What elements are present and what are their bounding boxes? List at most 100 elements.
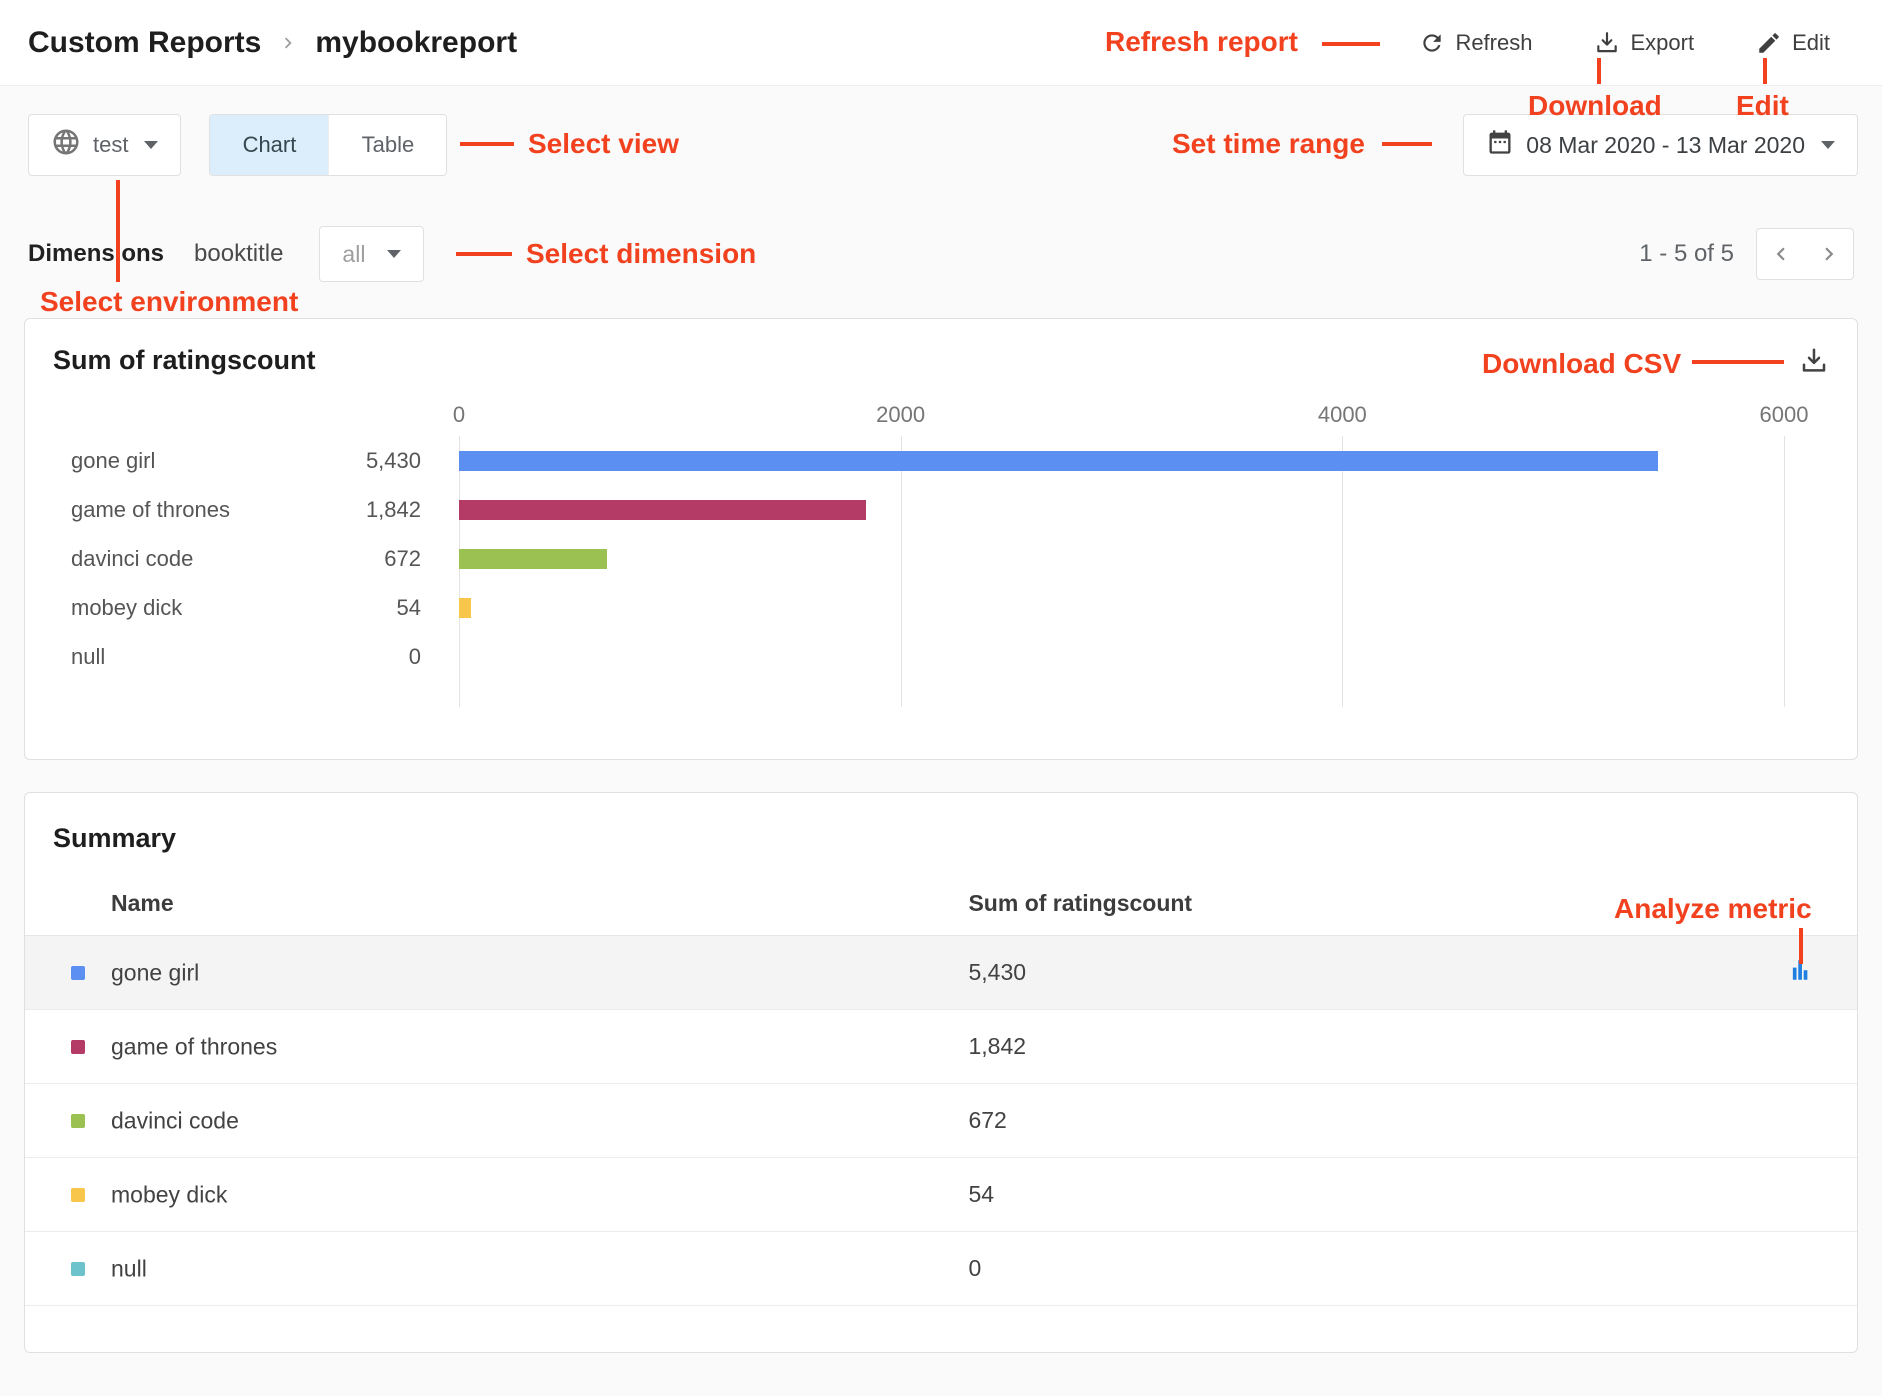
- value-label: 1,842: [366, 497, 459, 523]
- summary-title: Summary: [25, 793, 1857, 876]
- category-label: davinci code: [71, 546, 384, 572]
- annotation-select-view: Select view: [528, 128, 679, 160]
- annotation-line-refresh: [1322, 42, 1380, 46]
- x-tick: 0: [453, 402, 465, 428]
- legend-swatch: [71, 1262, 85, 1276]
- bar-mobey-dick[interactable]: [459, 598, 471, 618]
- edit-pencil-icon: [1756, 30, 1782, 56]
- row-value: 54: [968, 1158, 1737, 1232]
- tab-chart[interactable]: Chart: [210, 115, 328, 175]
- previous-page-button[interactable]: [1757, 229, 1805, 279]
- edit-label: Edit: [1792, 30, 1830, 56]
- edit-button[interactable]: Edit: [1756, 30, 1830, 56]
- x-tick: 2000: [876, 402, 925, 428]
- bar-game-of-thrones[interactable]: [459, 500, 866, 520]
- toolbar: test Chart Table 08 Mar 2020 - 13 Mar 20…: [28, 114, 1858, 176]
- chevron-right-icon: [1816, 241, 1842, 267]
- row-name: gone girl: [111, 960, 199, 986]
- dimensions-bar: Dimensions booktitle all 1 - 5 of 5: [28, 226, 1854, 282]
- value-label: 5,430: [366, 448, 459, 474]
- annotation-edit: Edit: [1736, 90, 1789, 122]
- summary-header-row: Name Sum of ratingscount: [25, 876, 1857, 936]
- next-page-button[interactable]: [1805, 229, 1853, 279]
- annotation-line-analyze-metric: [1799, 928, 1803, 964]
- dimension-name: booktitle: [194, 240, 283, 268]
- row-value: 0: [968, 1232, 1737, 1306]
- annotation-refresh-report: Refresh report: [1105, 26, 1298, 58]
- annotation-select-dimension: Select dimension: [526, 238, 756, 270]
- annotation-line-set-time-range: [1382, 142, 1432, 146]
- date-range-label: 08 Mar 2020 - 13 Mar 2020: [1526, 132, 1805, 159]
- breadcrumb-chevron-icon: [277, 32, 299, 54]
- environment-selector[interactable]: test: [28, 114, 181, 176]
- summary-card: Summary Name Sum of ratingscount gone gi…: [24, 792, 1858, 1353]
- annotation-download: Download: [1528, 90, 1662, 122]
- breadcrumb-current: mybookreport: [315, 26, 517, 60]
- bar-davinci-code[interactable]: [459, 549, 607, 569]
- value-label: 0: [409, 644, 459, 670]
- chevron-down-icon: [144, 141, 158, 149]
- annotation-analyze-metric: Analyze metric: [1614, 893, 1812, 925]
- annotation-select-environment: Select environment: [40, 286, 298, 318]
- category-label: mobey dick: [71, 595, 397, 621]
- chevron-down-icon: [1821, 141, 1835, 149]
- breadcrumb-root[interactable]: Custom Reports: [28, 26, 261, 60]
- dimensions-label: Dimensions: [28, 240, 164, 268]
- legend-swatch: [71, 966, 85, 980]
- value-label: 672: [384, 546, 459, 572]
- chart-label-row: davinci code 672: [53, 534, 459, 583]
- export-download-icon: [1594, 30, 1620, 56]
- table-row[interactable]: gone girl 5,430: [25, 936, 1857, 1010]
- refresh-label: Refresh: [1455, 30, 1532, 56]
- x-tick: 4000: [1318, 402, 1367, 428]
- annotation-line-select-view: [460, 142, 514, 146]
- date-range-picker[interactable]: 08 Mar 2020 - 13 Mar 2020: [1463, 114, 1858, 176]
- export-label: Export: [1630, 30, 1694, 56]
- annotation-line-select-dimension: [456, 252, 512, 256]
- annotation-line-download-csv: [1692, 360, 1784, 364]
- annotation-set-time-range: Set time range: [1172, 128, 1365, 160]
- row-value: 672: [968, 1084, 1737, 1158]
- annotation-line-select-environment: [116, 180, 120, 282]
- chevron-down-icon: [387, 250, 401, 258]
- category-label: gone girl: [71, 448, 366, 474]
- export-button[interactable]: Export: [1594, 30, 1694, 56]
- bar-gone-girl[interactable]: [459, 451, 1658, 471]
- pagination: 1 - 5 of 5: [1639, 228, 1854, 280]
- table-row[interactable]: davinci code 672: [25, 1084, 1857, 1158]
- annotation-line-download: [1597, 58, 1601, 84]
- globe-icon: [51, 127, 81, 163]
- header-actions: Refresh Export Edit: [1419, 30, 1830, 56]
- category-label: null: [71, 644, 409, 670]
- table-row[interactable]: mobey dick 54: [25, 1158, 1857, 1232]
- gridline: [1784, 436, 1785, 707]
- download-csv-button[interactable]: [1799, 346, 1829, 376]
- x-axis: 0 2000 4000 6000: [459, 402, 1784, 436]
- tab-table[interactable]: Table: [328, 115, 446, 175]
- row-name: null: [111, 1256, 147, 1282]
- legend-swatch: [71, 1188, 85, 1202]
- chart-plot-area: 0 2000 4000 6000: [459, 402, 1784, 707]
- row-name: mobey dick: [111, 1182, 227, 1208]
- chart-title: Sum of ratingscount: [53, 345, 316, 376]
- table-row[interactable]: game of thrones 1,842: [25, 1010, 1857, 1084]
- refresh-button[interactable]: Refresh: [1419, 30, 1532, 56]
- chevron-left-icon: [1768, 241, 1794, 267]
- pagination-range: 1 - 5 of 5: [1639, 240, 1734, 268]
- chart-label-row: gone girl 5,430: [53, 436, 459, 485]
- dimension-value-selector[interactable]: all: [319, 226, 424, 282]
- value-label: 54: [397, 595, 459, 621]
- chart-card: Sum of ratingscount gone girl 5,430 game…: [24, 318, 1858, 760]
- row-value: 5,430: [968, 936, 1737, 1010]
- annotation-line-edit: [1763, 58, 1767, 84]
- environment-label: test: [93, 132, 128, 158]
- download-icon: [1799, 346, 1829, 376]
- column-header-name: Name: [25, 876, 968, 936]
- table-row[interactable]: null 0: [25, 1232, 1857, 1306]
- annotation-download-csv: Download CSV: [1482, 348, 1681, 380]
- bar-row: [459, 485, 1784, 534]
- refresh-icon: [1419, 30, 1445, 56]
- dimension-value-label: all: [342, 241, 365, 268]
- plot-body: [459, 436, 1784, 707]
- chart-label-row: game of thrones 1,842: [53, 485, 459, 534]
